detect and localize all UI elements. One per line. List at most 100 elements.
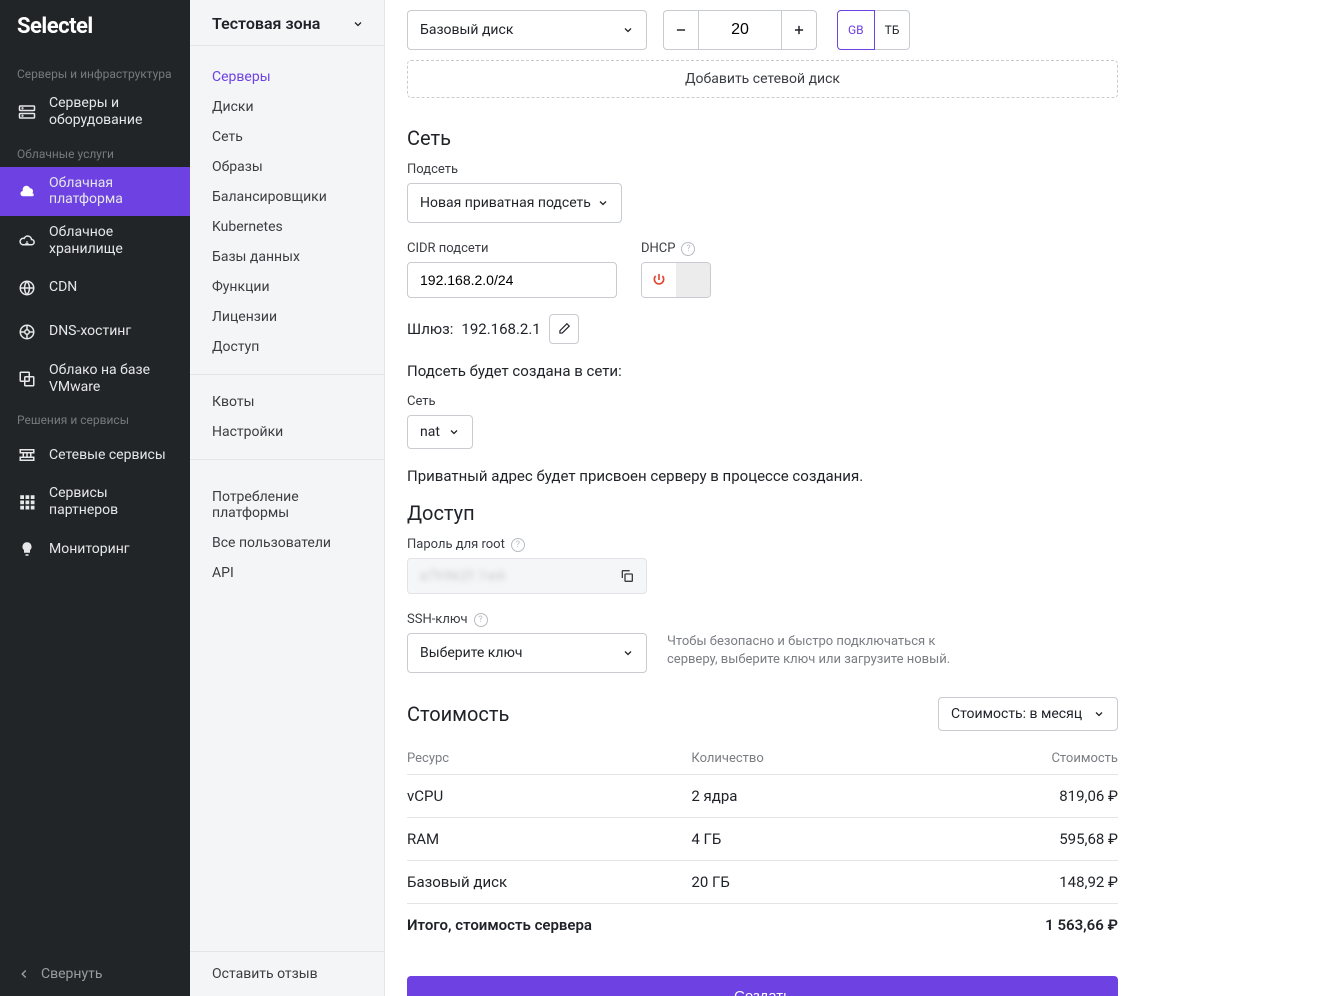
disk-type-select[interactable]: Базовый диск: [407, 10, 647, 50]
private-ip-info: Приватный адрес будет присвоен серверу в…: [407, 467, 1118, 485]
dns-icon: [17, 322, 37, 342]
sidebar-item-cdn[interactable]: CDN: [0, 266, 190, 310]
sub-item-servers[interactable]: Серверы: [190, 62, 384, 92]
section-title-network: Сеть: [407, 126, 1118, 150]
cost-qty: 4 ГБ: [691, 818, 975, 861]
cost-resource: vCPU: [407, 775, 691, 818]
add-network-disk-button[interactable]: Добавить сетевой диск: [407, 60, 1118, 98]
dhcp-toggle[interactable]: [641, 262, 711, 298]
decrement-button[interactable]: [663, 10, 699, 50]
net-value: nat: [420, 424, 440, 440]
toggle-off: [676, 263, 710, 297]
network-icon: [17, 445, 37, 465]
power-icon: [642, 263, 676, 297]
sub-item-quotas[interactable]: Квоты: [190, 387, 384, 417]
cost-value: 595,68 ₽: [976, 818, 1118, 861]
sub-header[interactable]: Тестовая зона: [190, 0, 384, 46]
gateway-label: Шлюз:: [407, 320, 453, 338]
sub-item-api[interactable]: API: [190, 558, 384, 588]
ssh-hint: Чтобы безопасно и быстро подключаться к …: [667, 633, 987, 669]
sidebar-item-label: DNS-хостинг: [49, 323, 131, 340]
sb-section-solutions: Решения и сервисы: [0, 403, 190, 433]
sidebar-item-cloud-platform[interactable]: Облачная платформа: [0, 167, 190, 217]
sub-item-network[interactable]: Сеть: [190, 122, 384, 152]
cost-qty: 2 ядра: [691, 775, 975, 818]
sidebar-item-cloud-storage[interactable]: Облачное хранилище: [0, 216, 190, 266]
cost-resource: Базовый диск: [407, 861, 691, 904]
copy-password-button[interactable]: [616, 565, 638, 587]
ssh-label: SSH-ключ?: [407, 612, 1118, 627]
ssh-key-select[interactable]: Выберите ключ: [407, 633, 647, 673]
chevron-left-icon: [17, 967, 31, 981]
unit-gb[interactable]: GB: [837, 10, 875, 50]
sub-item-consumption[interactable]: Потребление платформы: [190, 482, 384, 528]
sidebar-item-label: CDN: [49, 279, 77, 296]
sub-item-balancers[interactable]: Балансировщики: [190, 182, 384, 212]
col-resource: Ресурс: [407, 743, 691, 775]
sub-item-all-users[interactable]: Все пользователи: [190, 528, 384, 558]
sidebar-item-label: Сервисы партнеров: [49, 485, 173, 519]
help-icon[interactable]: ?: [681, 242, 695, 256]
divider: [190, 459, 384, 460]
gateway-row: Шлюз: 192.168.2.1: [407, 314, 1118, 344]
cost-period-value: Стоимость: в месяц: [951, 706, 1082, 722]
table-row: Базовый диск 20 ГБ 148,92 ₽: [407, 861, 1118, 904]
help-icon[interactable]: ?: [474, 613, 488, 627]
sidebar-item-monitoring[interactable]: Мониторинг: [0, 527, 190, 571]
net-label: Сеть: [407, 394, 1118, 409]
root-password-masked: a7h9k2f.1w6: [420, 569, 506, 584]
net-select[interactable]: nat: [407, 415, 473, 449]
gateway-edit-button[interactable]: [549, 314, 579, 344]
sb-section-cloud: Облачные услуги: [0, 137, 190, 167]
sub-feedback[interactable]: Оставить отзыв: [190, 951, 384, 996]
increment-button[interactable]: [781, 10, 817, 50]
sub-item-settings[interactable]: Настройки: [190, 417, 384, 447]
sub-item-databases[interactable]: Базы данных: [190, 242, 384, 272]
sub-item-kubernetes[interactable]: Kubernetes: [190, 212, 384, 242]
section-title-access: Доступ: [407, 501, 1118, 525]
ssh-label-text: SSH-ключ: [407, 612, 468, 627]
disk-size-input[interactable]: [699, 10, 781, 50]
cost-period-select[interactable]: Стоимость: в месяц: [938, 697, 1118, 731]
help-icon[interactable]: ?: [511, 538, 525, 552]
chevron-down-icon: [1093, 708, 1105, 720]
collapse-label: Свернуть: [41, 966, 102, 982]
sidebar-item-servers-hardware[interactable]: Серверы и оборудование: [0, 87, 190, 137]
cost-total-label: Итого, стоимость сервера: [407, 904, 976, 947]
divider: [190, 374, 384, 375]
sidebar-collapse[interactable]: Свернуть: [0, 952, 190, 996]
chevron-down-icon: [352, 18, 364, 30]
cost-resource: RAM: [407, 818, 691, 861]
sidebar-item-label: Облако на базе VMware: [49, 362, 173, 396]
grid-icon: [17, 492, 37, 512]
subnet-select[interactable]: Новая приватная подсеть: [407, 183, 622, 223]
subnet-value: Новая приватная подсеть: [420, 195, 591, 211]
sub-item-images[interactable]: Образы: [190, 152, 384, 182]
section-title-cost: Стоимость: [407, 702, 509, 726]
sidebar-item-label: Сетевые сервисы: [49, 447, 166, 464]
sub-item-licenses[interactable]: Лицензии: [190, 302, 384, 332]
bulb-icon: [17, 539, 37, 559]
cidr-input[interactable]: [407, 262, 617, 298]
sidebar-sub: Тестовая зона Серверы Диски Сеть Образы …: [190, 0, 385, 996]
unit-tb[interactable]: ТБ: [875, 10, 911, 50]
sub-item-access[interactable]: Доступ: [190, 332, 384, 362]
sidebar-left: Selectel Серверы и инфраструктура Сервер…: [0, 0, 190, 996]
vmware-icon: [17, 369, 37, 389]
sidebar-item-dns[interactable]: DNS-хостинг: [0, 310, 190, 354]
cost-value: 819,06 ₽: [976, 775, 1118, 818]
sidebar-item-label: Серверы и оборудование: [49, 95, 173, 129]
sub-items: Серверы Диски Сеть Образы Балансировщики…: [190, 46, 384, 604]
cost-value: 148,92 ₽: [976, 861, 1118, 904]
table-row-total: Итого, стоимость сервера 1 563,66 ₽: [407, 904, 1118, 947]
sidebar-item-label: Облачное хранилище: [49, 224, 173, 258]
create-button[interactable]: Создать: [407, 976, 1118, 996]
sidebar-item-vmware[interactable]: Облако на базе VMware: [0, 354, 190, 404]
sub-title: Тестовая зона: [212, 14, 320, 33]
sidebar-item-network-services[interactable]: Сетевые сервисы: [0, 433, 190, 477]
sub-item-disks[interactable]: Диски: [190, 92, 384, 122]
subnet-created-info: Подсеть будет создана в сети:: [407, 362, 1118, 380]
sidebar-item-partners[interactable]: Сервисы партнеров: [0, 477, 190, 527]
sub-item-functions[interactable]: Функции: [190, 272, 384, 302]
col-qty: Количество: [691, 743, 975, 775]
